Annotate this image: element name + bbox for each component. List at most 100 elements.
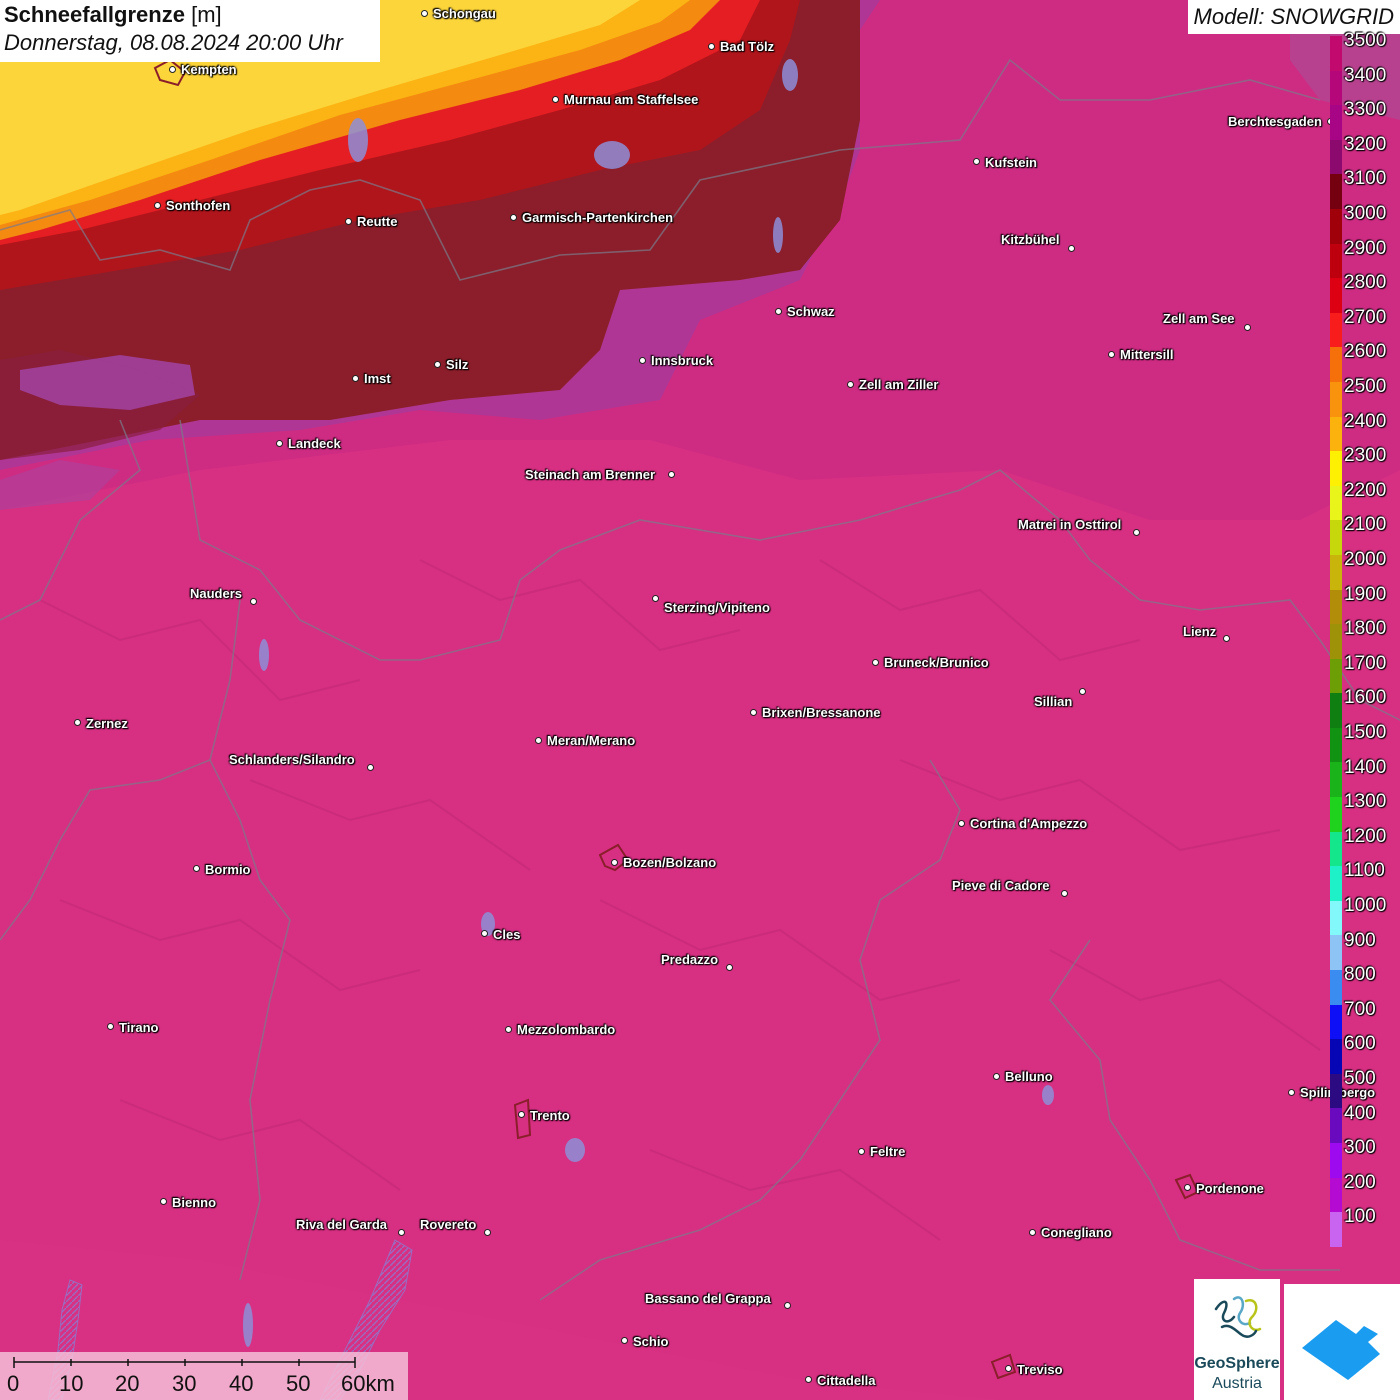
city-marker[interactable] — [1067, 244, 1075, 252]
city-marker[interactable] — [1132, 528, 1140, 536]
city-marker[interactable] — [610, 858, 618, 866]
city-marker[interactable] — [972, 157, 980, 165]
city-label: Conegliano — [1041, 1225, 1112, 1240]
city-label: Meran/Merano — [547, 733, 636, 748]
city-label: Landeck — [288, 436, 341, 451]
legend-swatch — [1330, 554, 1342, 590]
city-marker[interactable] — [1078, 687, 1086, 695]
city-label: Pordenone — [1196, 1181, 1264, 1196]
city-marker[interactable] — [804, 1375, 812, 1383]
city-marker[interactable] — [1004, 1364, 1012, 1372]
legend-label: 1800 — [1344, 618, 1387, 640]
city-marker[interactable] — [420, 9, 428, 17]
city-marker[interactable] — [397, 1228, 405, 1236]
city-marker[interactable] — [275, 439, 283, 447]
title-panel: Schneefallgrenze [m] Donnerstag, 08.08.2… — [0, 0, 380, 62]
city-marker[interactable] — [192, 864, 200, 872]
legend-label: 200 — [1344, 1171, 1376, 1193]
city-marker[interactable] — [504, 1025, 512, 1033]
legend-label: 2600 — [1344, 341, 1387, 363]
legend-label: 100 — [1344, 1206, 1376, 1228]
city-marker[interactable] — [159, 1197, 167, 1205]
city-marker[interactable] — [992, 1072, 1000, 1080]
city-marker[interactable] — [725, 963, 733, 971]
city-label: Sonthofen — [166, 198, 231, 213]
map-canvas[interactable]: Schongau Bad Tölz Kempten Murnau am Staffel… — [0, 0, 1400, 1400]
legend-label: 2700 — [1344, 306, 1387, 328]
city-marker[interactable] — [1060, 889, 1068, 897]
city-marker[interactable] — [509, 213, 517, 221]
legend-label: 800 — [1344, 964, 1376, 986]
city-label: Schongau — [433, 6, 496, 21]
legend-label: 2300 — [1344, 445, 1387, 467]
city-marker[interactable] — [153, 201, 161, 209]
city-label: Brixen/Bressanone — [762, 705, 881, 720]
city-label: Mezzolombardo — [517, 1022, 616, 1037]
legend-swatch — [1330, 347, 1342, 382]
city-marker[interactable] — [480, 929, 488, 937]
city-marker[interactable] — [351, 374, 359, 382]
city-label: Bienno — [172, 1195, 217, 1210]
city-marker[interactable] — [957, 819, 965, 827]
legend-swatch — [1330, 589, 1342, 625]
city-label: Steinach am Brenner — [525, 467, 656, 482]
city-marker[interactable] — [857, 1147, 865, 1155]
city-marker[interactable] — [749, 708, 757, 716]
city-label: Bormio — [205, 862, 251, 877]
city-label: Belluno — [1005, 1069, 1053, 1084]
legend-swatch — [1330, 451, 1342, 486]
city-label: Murnau am Staffelsee — [564, 92, 699, 107]
city-marker[interactable] — [651, 594, 659, 602]
city-label: Rovereto — [420, 1217, 477, 1232]
city-label: Sterzing/Vipiteno — [664, 600, 770, 615]
city-marker[interactable] — [1222, 634, 1230, 642]
city-marker[interactable] — [1287, 1088, 1295, 1096]
city-marker[interactable] — [433, 360, 441, 368]
city-marker[interactable] — [774, 307, 782, 315]
city-label: Innsbruck — [651, 353, 714, 368]
city-label: Bozen/Bolzano — [623, 855, 717, 870]
legend-label: 3400 — [1344, 64, 1387, 86]
city-marker[interactable] — [168, 65, 176, 73]
city-marker[interactable] — [1028, 1228, 1036, 1236]
legend-swatch — [1330, 105, 1342, 140]
city-marker[interactable] — [707, 42, 715, 50]
legend-swatch — [1330, 243, 1342, 279]
legend-label: 1300 — [1344, 791, 1387, 813]
legend-label: 2000 — [1344, 549, 1387, 570]
city-marker[interactable] — [620, 1336, 628, 1344]
city-marker[interactable] — [106, 1022, 114, 1030]
city-marker[interactable] — [344, 217, 352, 225]
geosphere-logo[interactable]: GeoSphere Austria — [1194, 1279, 1280, 1400]
city-marker[interactable] — [517, 1110, 525, 1118]
city-marker[interactable] — [846, 380, 854, 388]
legend-label: 1100 — [1344, 860, 1385, 882]
city-marker[interactable] — [534, 736, 542, 744]
city-marker[interactable] — [483, 1228, 491, 1236]
legend-label: 2800 — [1344, 272, 1387, 294]
city-marker[interactable] — [1107, 350, 1115, 358]
city-marker[interactable] — [667, 470, 675, 478]
city-marker[interactable] — [366, 763, 374, 771]
legend-swatch — [1330, 935, 1342, 971]
scale-bar: 0 10 20 30 40 50 60km — [0, 1352, 408, 1400]
legend-label: 2400 — [1344, 410, 1387, 432]
snowgrid-logo[interactable] — [1284, 1284, 1400, 1400]
color-legend-bar — [1330, 36, 1342, 1247]
city-label: Kitzbühel — [1001, 232, 1060, 247]
legend-swatch — [1330, 624, 1342, 659]
city-marker[interactable] — [871, 658, 879, 666]
city-marker[interactable] — [1183, 1183, 1191, 1191]
geosphere-country: Austria — [1212, 1375, 1262, 1392]
city-marker[interactable] — [638, 356, 646, 364]
map-datetime: Donnerstag, 08.08.2024 20:00 Uhr — [4, 30, 343, 55]
city-label: Tirano — [119, 1020, 159, 1035]
city-marker[interactable] — [1243, 323, 1251, 331]
city-marker[interactable] — [73, 718, 81, 726]
city-marker[interactable] — [249, 597, 257, 605]
city-marker[interactable] — [783, 1301, 791, 1309]
city-label: Kufstein — [985, 155, 1037, 170]
city-marker[interactable] — [551, 95, 559, 103]
scale-label-30: 30 — [172, 1371, 197, 1396]
legend-label: 1200 — [1344, 825, 1387, 847]
